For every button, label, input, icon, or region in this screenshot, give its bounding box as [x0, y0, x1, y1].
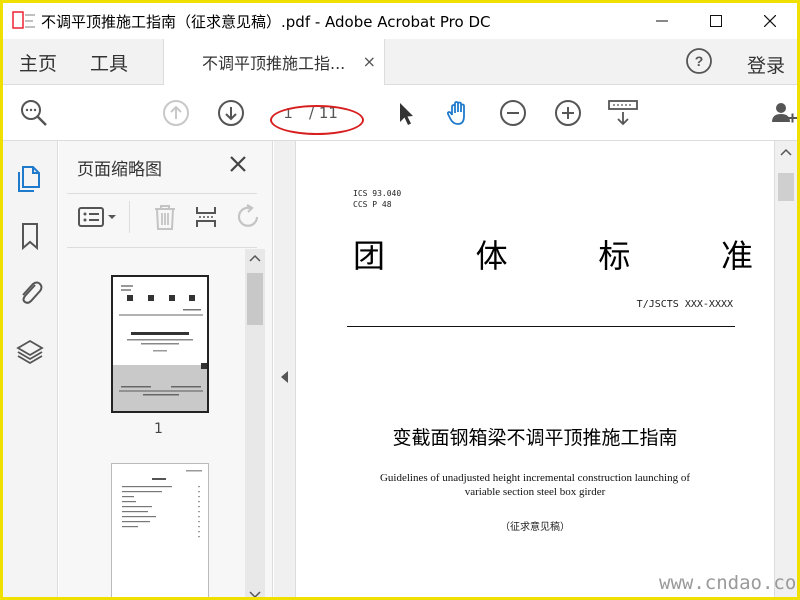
panel-divider: [67, 193, 257, 194]
document-scrollbar[interactable]: [774, 141, 797, 597]
attachment-icon[interactable]: [15, 277, 45, 307]
panel-collapse-handle[interactable]: [274, 141, 296, 597]
help-icon[interactable]: ?: [685, 47, 713, 75]
doc-ics: ICS 93.040: [353, 189, 402, 198]
scroll-mode-icon[interactable]: [607, 98, 641, 128]
panel-divider: [67, 247, 257, 248]
previous-page-icon[interactable]: [161, 98, 191, 128]
scroll-up-icon[interactable]: [245, 253, 265, 265]
navigation-pane-rail: [3, 141, 58, 597]
find-zoom-icon[interactable]: [19, 98, 49, 128]
thumbnail-scrollbar[interactable]: [245, 249, 265, 600]
close-icon: [764, 15, 776, 27]
delete-page-icon[interactable]: [151, 203, 179, 231]
page-thumbnails-icon[interactable]: [15, 163, 45, 193]
tab-document[interactable]: 不调平顶推施工指... ×: [163, 39, 385, 85]
doc-heading-char: 体: [475, 237, 508, 275]
window-controls: [635, 3, 797, 39]
rotate-page-icon[interactable]: [235, 203, 259, 231]
bookmark-icon[interactable]: [15, 221, 45, 251]
doc-divider: [347, 326, 735, 327]
minimize-button[interactable]: [635, 3, 689, 39]
watermark-logo-icon: [11, 9, 37, 33]
thumbnails-panel: 页面缩略图 1: [59, 141, 273, 600]
doc-heading: 团 体 标 准: [353, 231, 753, 277]
doc-title-en-line: Guidelines of unadjusted height incremen…: [379, 472, 691, 484]
tab-tools[interactable]: 工具: [90, 49, 128, 76]
zoom-out-icon[interactable]: [498, 98, 528, 128]
doc-standard-code: T/JSCTS XXX-XXXX: [636, 299, 733, 310]
thumbnail-scroll-thumb[interactable]: [247, 273, 263, 325]
hand-tool-icon[interactable]: [443, 98, 473, 128]
doc-title-cn: 变截面钢箱梁不调平顶推施工指南: [392, 427, 678, 449]
maximize-button[interactable]: [689, 3, 743, 39]
toolbar-separator: [129, 201, 130, 233]
tab-bar: 主页 工具 不调平顶推施工指... × ? 登录: [3, 39, 797, 85]
doc-title-en: Guidelines of unadjusted height incremen…: [357, 471, 713, 499]
insert-page-icon[interactable]: [193, 203, 221, 231]
tab-document-label: 不调平顶推施工指...: [202, 54, 346, 73]
thumbnail-list[interactable]: 1: [59, 249, 273, 597]
scroll-down-icon[interactable]: [245, 589, 265, 600]
svg-text:?: ?: [695, 53, 704, 69]
thumbnail-page-label: 1: [154, 421, 163, 437]
select-cursor-icon[interactable]: [391, 98, 421, 128]
document-scroll-thumb[interactable]: [778, 173, 794, 201]
doc-title-en-line: variable section steel box girder: [464, 486, 606, 498]
layers-icon[interactable]: [15, 337, 45, 367]
doc-heading-char: 准: [720, 237, 753, 275]
site-watermark: www.cndao.com: [659, 572, 800, 594]
title-bar: 不调平顶推施工指南（征求意见稿）.pdf - Adobe Acrobat Pro…: [3, 3, 797, 39]
scroll-up-icon[interactable]: [775, 147, 797, 159]
window-title: 不调平顶推施工指南（征求意见稿）.pdf - Adobe Acrobat Pro…: [41, 12, 491, 31]
doc-heading-char: 团: [353, 237, 386, 275]
tab-close-button[interactable]: ×: [363, 52, 376, 71]
zoom-in-icon[interactable]: [553, 98, 583, 128]
panel-title: 页面缩略图: [77, 160, 162, 180]
document-view[interactable]: ICS 93.040 CCS P 48 团 体 标 准 T/JSCTS XXX-…: [297, 141, 773, 597]
minimize-icon: [656, 20, 668, 22]
collapse-arrow-icon: [281, 371, 288, 383]
page-number-input[interactable]: [274, 101, 300, 125]
doc-heading-char: 标: [598, 237, 631, 275]
login-button[interactable]: 登录: [747, 51, 785, 78]
page-total: / 11: [309, 104, 338, 122]
doc-draft-note: （征求意见稿）: [500, 522, 570, 533]
thumbnail-page[interactable]: [111, 275, 209, 413]
doc-ccs: CCS P 48: [353, 200, 392, 209]
tab-home[interactable]: 主页: [19, 49, 57, 76]
toolbar: / 11: [3, 86, 797, 141]
next-page-icon[interactable]: [216, 98, 246, 128]
thumbnail-page[interactable]: [111, 463, 209, 597]
acrobat-window: 不调平顶推施工指南（征求意见稿）.pdf - Adobe Acrobat Pro…: [0, 0, 800, 600]
thumbnail-options-icon[interactable]: [77, 203, 121, 231]
close-window-button[interactable]: [743, 3, 797, 39]
maximize-icon: [710, 15, 722, 27]
share-user-icon[interactable]: [769, 98, 797, 128]
panel-close-icon[interactable]: [227, 153, 249, 175]
